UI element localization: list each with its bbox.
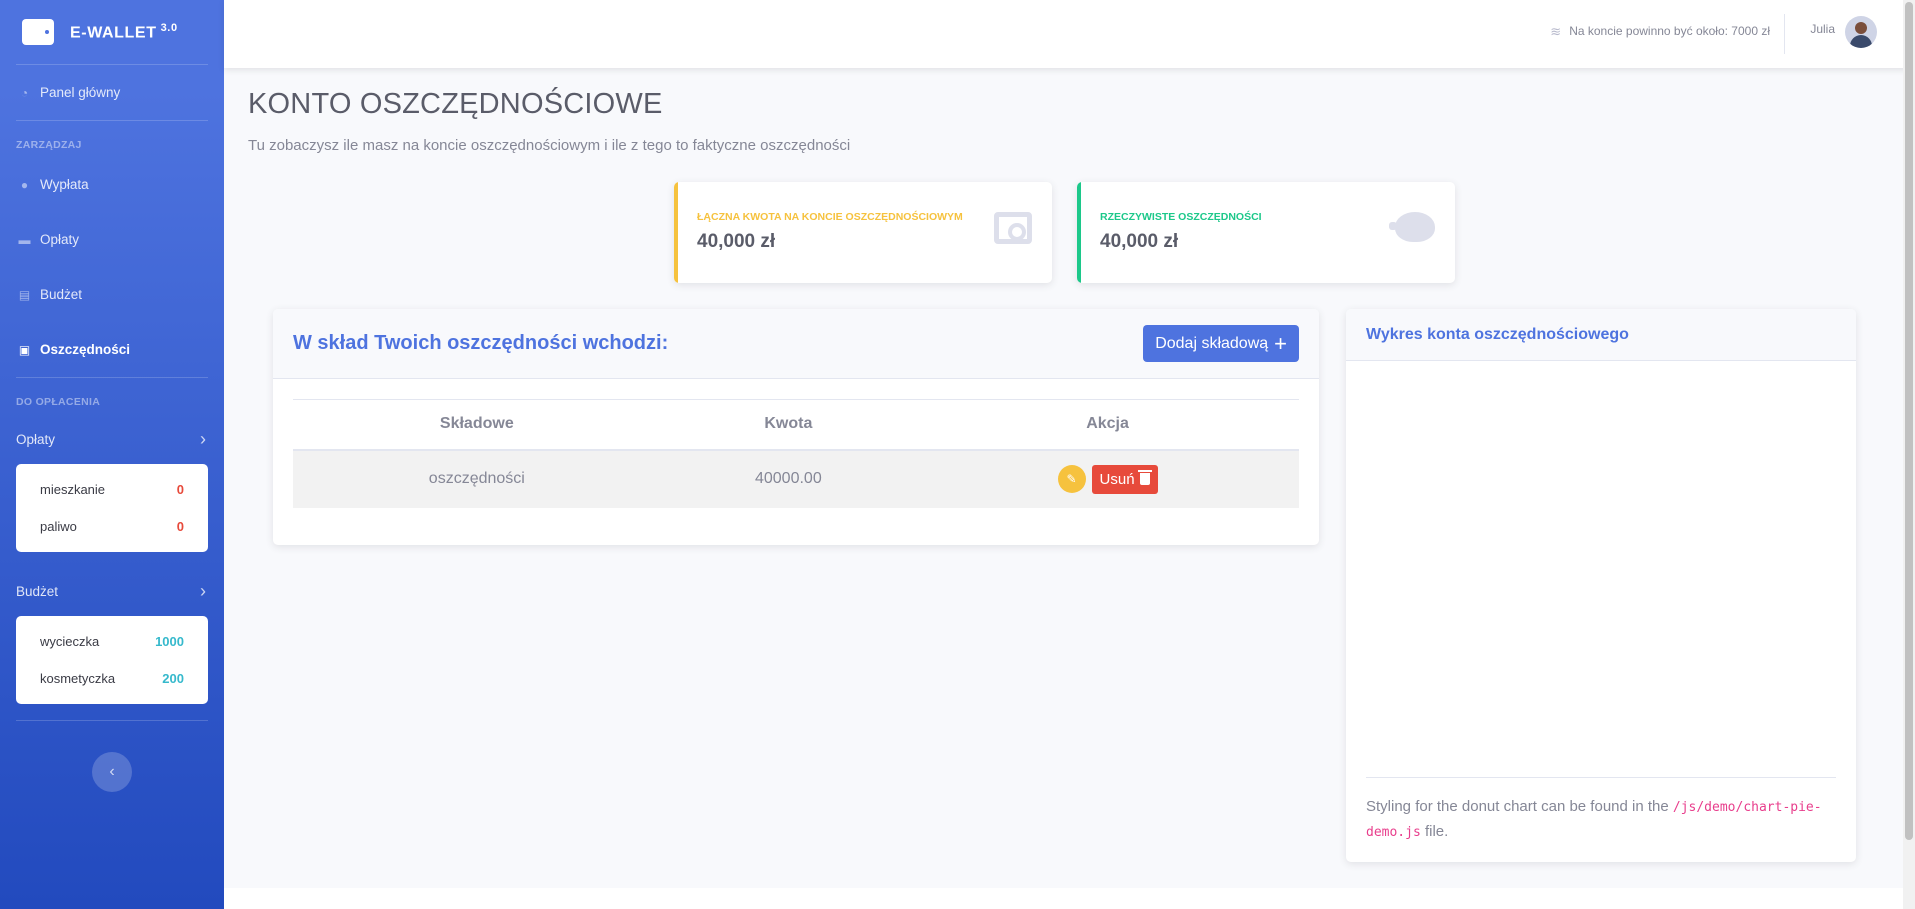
avatar — [1845, 16, 1877, 48]
plus-icon: + — [1274, 330, 1287, 356]
banknote-icon: ▤ — [18, 287, 31, 302]
column-header: Akcja — [916, 399, 1299, 451]
sidebar-collapse-fees[interactable]: Opłaty › — [0, 414, 224, 464]
sidebar-item-label: Oszczędności — [40, 342, 131, 357]
sidebar-item-label: Wypłata — [40, 177, 89, 192]
donut-chart-area — [1366, 381, 1836, 776]
stat-accent — [674, 182, 678, 283]
page-subtitle: Tu zobaczysz ile masz na koncie oszczędn… — [248, 137, 851, 154]
components-table: Składowe Kwota Akcja oszczędności 40000.… — [293, 399, 1299, 508]
brand-name: E-WALLET 3.0 — [70, 21, 178, 42]
button-label: Usuń — [1099, 470, 1135, 488]
sidebar-divider — [16, 720, 208, 721]
page-scrollbar[interactable] — [1903, 0, 1915, 909]
sidebar-item-budget[interactable]: ▤ Budżet — [0, 267, 224, 322]
table-header-row: Składowe Kwota Akcja — [293, 399, 1299, 451]
card-title: Wykres konta oszczędnościowego — [1366, 326, 1629, 343]
item-value: 0 — [176, 519, 184, 534]
list-item[interactable]: kosmetyczka 200 — [16, 660, 208, 697]
chevron-right-icon: › — [200, 580, 206, 601]
piggy-bank-icon — [1389, 212, 1435, 242]
card-header: Wykres konta oszczędnościowego — [1346, 309, 1856, 361]
component-name: oszczędności — [293, 449, 661, 508]
sidebar-item-label: Panel główny — [40, 85, 121, 100]
item-name: paliwo — [40, 519, 77, 534]
table-row: oszczędności 40000.00 ✎ Usuń — [293, 449, 1299, 508]
sidebar-heading-topay: DO OPŁACENIA — [16, 396, 101, 408]
page-title: KONTO OSZCZĘDNOŚCIOWE — [248, 88, 663, 120]
stat-card-total: ŁĄCZNA KWOTA NA KONCIE OSZCZĘDNOŚCIOWYM … — [674, 182, 1052, 283]
item-value: 0 — [176, 482, 184, 497]
topbar: ≋ Na koncie powinno być około: 7000 zł J… — [224, 0, 1915, 68]
list-item[interactable]: paliwo 0 — [16, 508, 208, 545]
edit-button[interactable]: ✎ — [1057, 465, 1086, 493]
hand-coin-icon: ▬ — [18, 232, 31, 247]
brand[interactable]: E-WALLET 3.0 — [0, 0, 224, 64]
button-label: Dodaj składową — [1155, 334, 1269, 352]
components-card: W skład Twoich oszczędności wchodzi: Dod… — [273, 309, 1319, 545]
sidebar-collapse-budget[interactable]: Budżet › — [0, 566, 224, 616]
chevron-left-icon: ‹ — [109, 763, 115, 780]
card-header: W skład Twoich oszczędności wchodzi: Dod… — [273, 309, 1319, 379]
component-amount: 40000.00 — [660, 449, 917, 508]
item-value: 200 — [162, 671, 184, 686]
gauge-icon: ◔ — [20, 85, 29, 100]
wallet-icon — [22, 19, 54, 45]
money-bag-icon: ● — [20, 177, 29, 192]
stat-card-real: RZECZYWISTE OSZCZĘDNOŚCI 40,000 zł — [1077, 182, 1455, 283]
trash-icon — [1137, 470, 1152, 485]
coins-icon: ≋ — [1550, 24, 1562, 39]
safe-icon — [994, 212, 1032, 244]
sidebar-item-label: Opłaty — [40, 232, 80, 247]
balance-text: Na koncie powinno być około: 7000 zł — [1569, 24, 1770, 38]
chart-footnote: Styling for the donut chart can be found… — [1366, 777, 1836, 845]
stat-label: ŁĄCZNA KWOTA NA KONCIE OSZCZĘDNOŚCIOWYM — [697, 211, 963, 223]
stat-value: 40,000 zł — [1100, 231, 1179, 252]
card-title: W skład Twoich oszczędności wchodzi: — [293, 332, 669, 354]
column-header: Kwota — [660, 399, 917, 451]
collapse-label: Opłaty — [16, 431, 56, 447]
sidebar-item-fees[interactable]: ▬ Opłaty — [0, 212, 224, 267]
fees-list: mieszkanie 0 paliwo 0 — [16, 464, 208, 552]
footnote-text: Styling for the donut chart can be found… — [1366, 798, 1669, 815]
item-name: wycieczka — [40, 634, 100, 649]
user-name: Julia — [1810, 22, 1835, 36]
footer — [224, 888, 1903, 909]
budget-list: wycieczka 1000 kosmetyczka 200 — [16, 616, 208, 704]
user-dropdown[interactable]: Julia — [1810, 16, 1877, 48]
balance-info: ≋ Na koncie powinno być około: 7000 zł — [1550, 24, 1770, 39]
sidebar: E-WALLET 3.0 ◔ Panel główny ZARZĄDZAJ ● W… — [0, 0, 224, 909]
edit-icon: ✎ — [1066, 472, 1077, 486]
column-header: Składowe — [293, 399, 661, 451]
add-component-button[interactable]: Dodaj składową + — [1143, 325, 1299, 362]
chart-card: Wykres konta oszczędnościowego Styling f… — [1346, 309, 1856, 862]
footnote-end: file. — [1424, 823, 1449, 840]
stat-label: RZECZYWISTE OSZCZĘDNOŚCI — [1100, 211, 1262, 223]
sidebar-heading-manage: ZARZĄDZAJ — [16, 139, 82, 151]
list-item[interactable]: mieszkanie 0 — [16, 471, 208, 508]
item-name: mieszkanie — [40, 482, 106, 497]
sidebar-toggle-button[interactable]: ‹ — [92, 752, 132, 792]
safe-icon: ▣ — [18, 342, 31, 357]
list-item[interactable]: wycieczka 1000 — [16, 623, 208, 660]
sidebar-item-payout[interactable]: ● Wypłata — [0, 157, 224, 212]
item-name: kosmetyczka — [40, 671, 116, 686]
chevron-right-icon: › — [200, 428, 206, 449]
sidebar-item-dashboard[interactable]: ◔ Panel główny — [0, 65, 224, 120]
sidebar-item-label: Budżet — [40, 287, 83, 302]
scrollbar-thumb[interactable] — [1905, 2, 1913, 840]
component-actions: ✎ Usuń — [916, 449, 1299, 508]
sidebar-item-savings[interactable]: ▣ Oszczędności — [0, 322, 224, 377]
topbar-divider — [1784, 14, 1785, 54]
delete-button[interactable]: Usuń — [1091, 464, 1158, 494]
stat-accent — [1077, 182, 1081, 283]
item-value: 1000 — [155, 634, 184, 649]
stat-value: 40,000 zł — [697, 231, 776, 252]
collapse-label: Budżet — [16, 583, 59, 599]
